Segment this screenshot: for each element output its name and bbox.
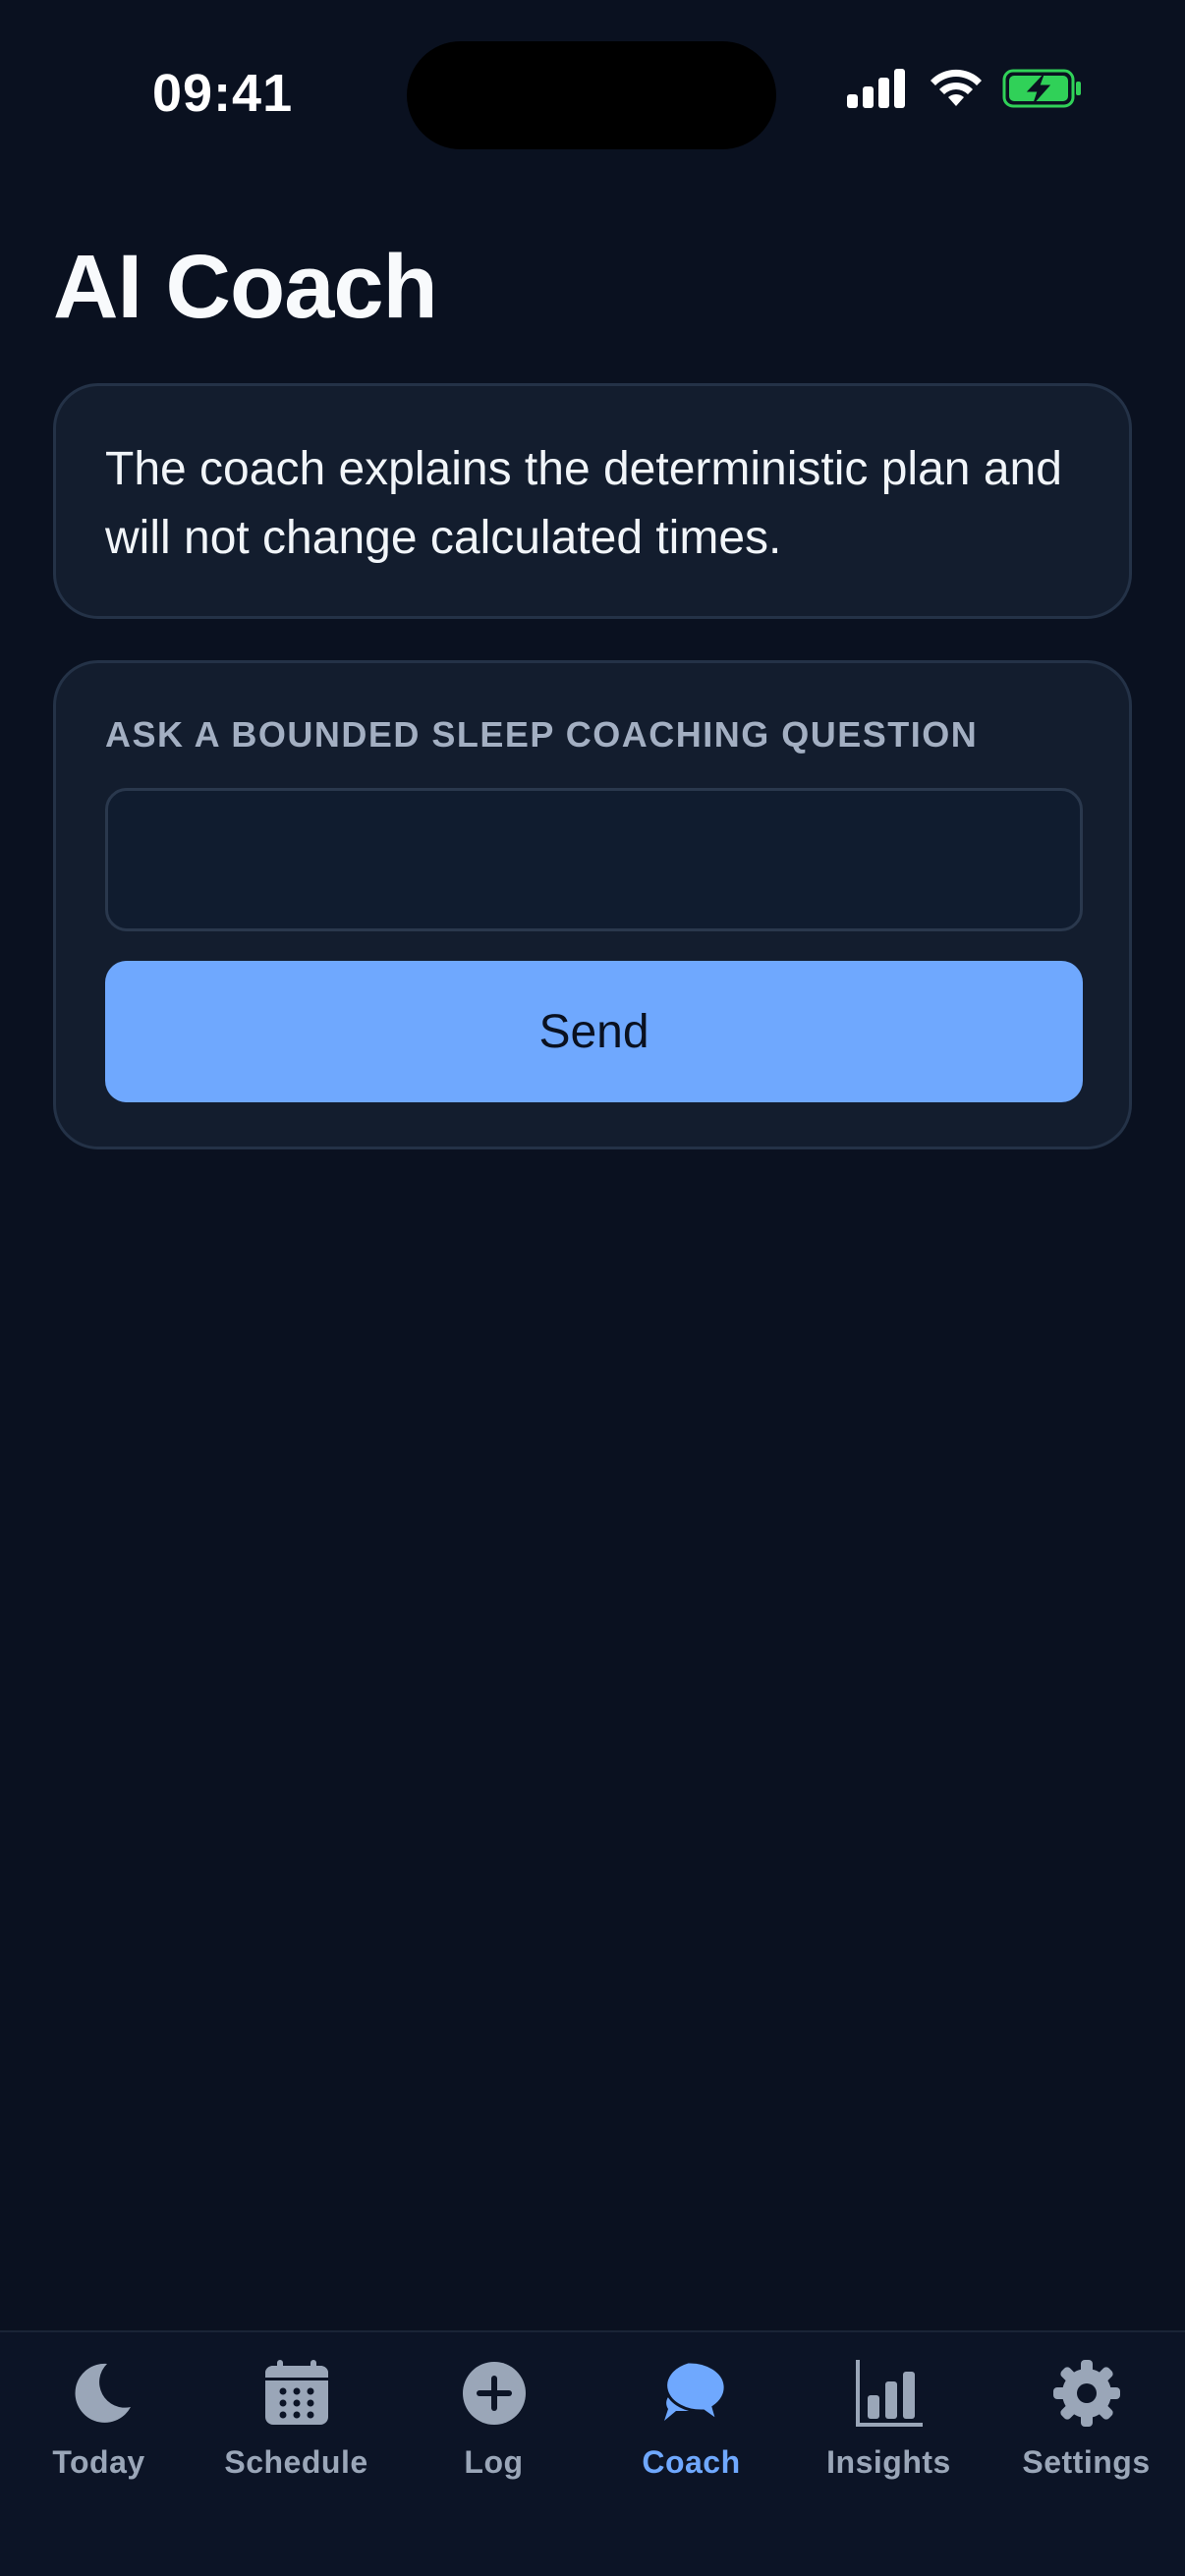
tab-insights[interactable]: Insights [790, 2332, 988, 2576]
tab-schedule[interactable]: Schedule [198, 2332, 395, 2576]
signal-icon [847, 69, 908, 108]
wifi-icon [930, 69, 983, 108]
moon-icon [60, 2354, 139, 2433]
page-title: AI Coach [53, 237, 438, 337]
calendar-icon [257, 2354, 336, 2433]
plus-circle-icon [455, 2354, 534, 2433]
status-icons [847, 69, 1083, 108]
bar-chart-icon [850, 2354, 929, 2433]
tab-label-today: Today [52, 2444, 145, 2480]
question-input[interactable] [105, 788, 1083, 931]
tab-bar: Today Schedule Log Coach Insights Settin… [0, 2330, 1185, 2576]
coach-info-text: The coach explains the deterministic pla… [105, 443, 1062, 564]
status-time: 09:41 [152, 64, 294, 123]
tab-label-schedule: Schedule [224, 2444, 368, 2480]
tab-log[interactable]: Log [395, 2332, 592, 2576]
dynamic-island [407, 41, 776, 149]
tab-label-insights: Insights [826, 2444, 951, 2480]
tab-label-coach: Coach [642, 2444, 741, 2480]
ask-question-card: ASK A BOUNDED SLEEP COACHING QUESTION Se… [53, 660, 1132, 1149]
battery-charging-icon [1002, 69, 1083, 108]
question-label: ASK A BOUNDED SLEEP COACHING QUESTION [105, 714, 979, 755]
ai-coach-screen: 09:41 AI Coach The coach explains the de… [0, 0, 1185, 2576]
coach-info-card: The coach explains the deterministic pla… [53, 383, 1132, 619]
send-button[interactable]: Send [105, 961, 1083, 1102]
tab-coach[interactable]: Coach [592, 2332, 790, 2576]
gear-icon [1047, 2354, 1126, 2433]
tab-label-settings: Settings [1022, 2444, 1151, 2480]
chat-bubbles-icon [652, 2354, 731, 2433]
tab-settings[interactable]: Settings [988, 2332, 1185, 2576]
tab-label-log: Log [464, 2444, 524, 2480]
tab-today[interactable]: Today [0, 2332, 198, 2576]
